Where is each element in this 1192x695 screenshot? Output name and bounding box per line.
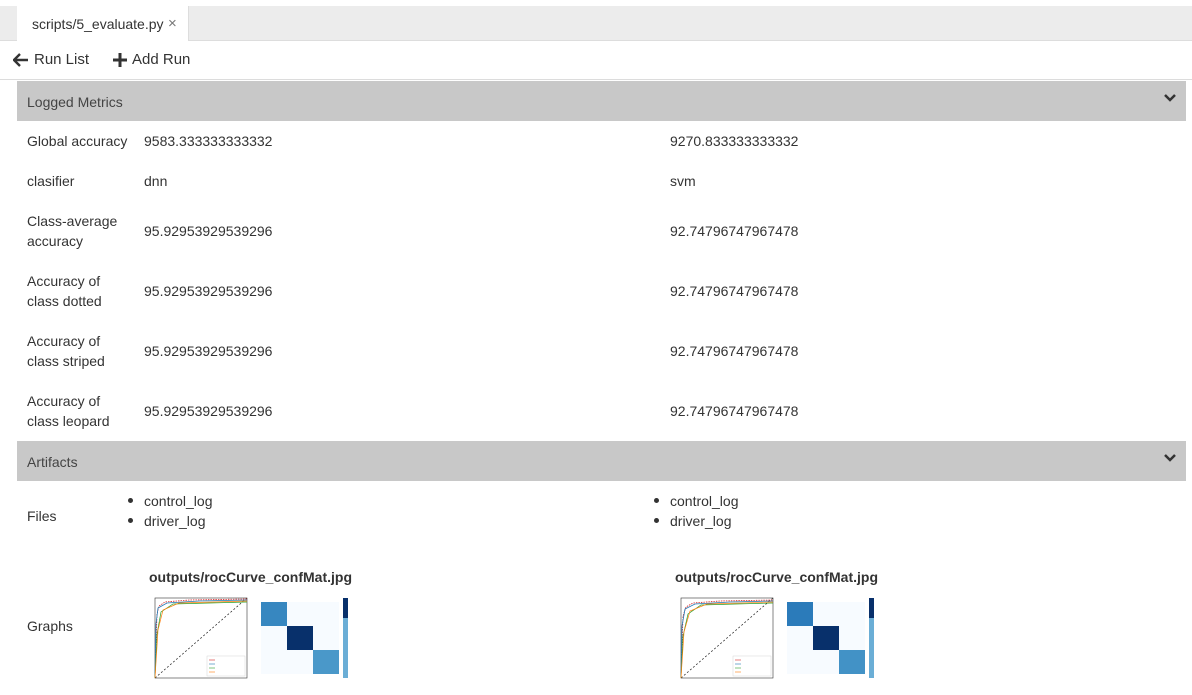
close-icon[interactable]: × (168, 15, 177, 32)
metric-value-run1: 9583.333333333332 (144, 133, 273, 149)
tab-label: scripts/5_evaluate.py (32, 16, 164, 32)
metric-value-run1: 95.92953929539296 (144, 343, 273, 359)
file-list-run1: control_log driver_log (127, 491, 213, 531)
metric-label: clasifier (27, 173, 75, 189)
file-link-driver-log[interactable]: driver_log (653, 511, 739, 531)
metric-label: Accuracy of class striped (27, 333, 105, 369)
file-list-run2: control_log driver_log (653, 491, 739, 531)
plus-icon (113, 52, 127, 67)
metric-value-run2: 9270.833333333332 (670, 133, 799, 149)
metric-value-run2: 92.74796747967478 (670, 283, 799, 299)
graphs-row: Graphs outputs/rocCurve_confMat.jpg outp… (17, 555, 1186, 690)
add-run-label: Add Run (132, 51, 191, 68)
toolbar: Run List Add Run (0, 41, 1192, 80)
metric-label: Accuracy of class leopard (27, 393, 110, 429)
file-link-control-log[interactable]: control_log (653, 491, 739, 511)
metric-row: Accuracy of class dotted 95.929539295392… (17, 261, 1186, 321)
metric-row: clasifier dnn svm (17, 161, 1186, 201)
files-row: Files control_log driver_log control_log… (17, 481, 1186, 551)
chevron-down-icon[interactable] (1164, 93, 1176, 103)
graphs-label: Graphs (27, 618, 73, 634)
metric-value-run1: 95.92953929539296 (144, 403, 273, 419)
metric-label: Global accuracy (27, 133, 128, 149)
metric-row: Class-average accuracy 95.92953929539296… (17, 201, 1186, 261)
run-list-button[interactable]: Run List (13, 51, 89, 68)
add-run-button[interactable]: Add Run (113, 51, 190, 68)
metric-row: Accuracy of class striped 95.92953929539… (17, 321, 1186, 381)
roc-confusion-matrix-image[interactable] (149, 594, 359, 684)
graph-filename[interactable]: outputs/rocCurve_confMat.jpg (675, 569, 878, 585)
arrow-left-icon (13, 52, 28, 67)
run-list-label: Run List (34, 51, 90, 68)
metric-value-run1: 95.92953929539296 (144, 223, 273, 239)
section-title: Logged Metrics (27, 94, 123, 110)
chevron-down-icon[interactable] (1164, 453, 1176, 463)
metric-value-run2: svm (670, 173, 696, 189)
metric-label: Class-average accuracy (27, 213, 118, 249)
file-link-control-log[interactable]: control_log (127, 491, 213, 511)
artifacts-header[interactable]: Artifacts (17, 441, 1186, 481)
files-label: Files (27, 508, 57, 524)
tab-bar: scripts/5_evaluate.py × (0, 6, 1192, 41)
tab-evaluate[interactable]: scripts/5_evaluate.py × (17, 6, 189, 41)
graph-filename[interactable]: outputs/rocCurve_confMat.jpg (149, 569, 352, 585)
metric-value-run1: 95.92953929539296 (144, 283, 273, 299)
metric-label: Accuracy of class dotted (27, 273, 102, 309)
metric-value-run2: 92.74796747967478 (670, 403, 799, 419)
metric-value-run1: dnn (144, 173, 168, 189)
metric-value-run2: 92.74796747967478 (670, 223, 799, 239)
file-link-driver-log[interactable]: driver_log (127, 511, 213, 531)
roc-confusion-matrix-image[interactable] (675, 594, 885, 684)
metric-row: Accuracy of class leopard 95.92953929539… (17, 381, 1186, 441)
section-title: Artifacts (27, 454, 78, 470)
metric-row: Global accuracy 9583.333333333332 9270.8… (17, 121, 1186, 161)
logged-metrics-header[interactable]: Logged Metrics (17, 81, 1186, 121)
metric-value-run2: 92.74796747967478 (670, 343, 799, 359)
